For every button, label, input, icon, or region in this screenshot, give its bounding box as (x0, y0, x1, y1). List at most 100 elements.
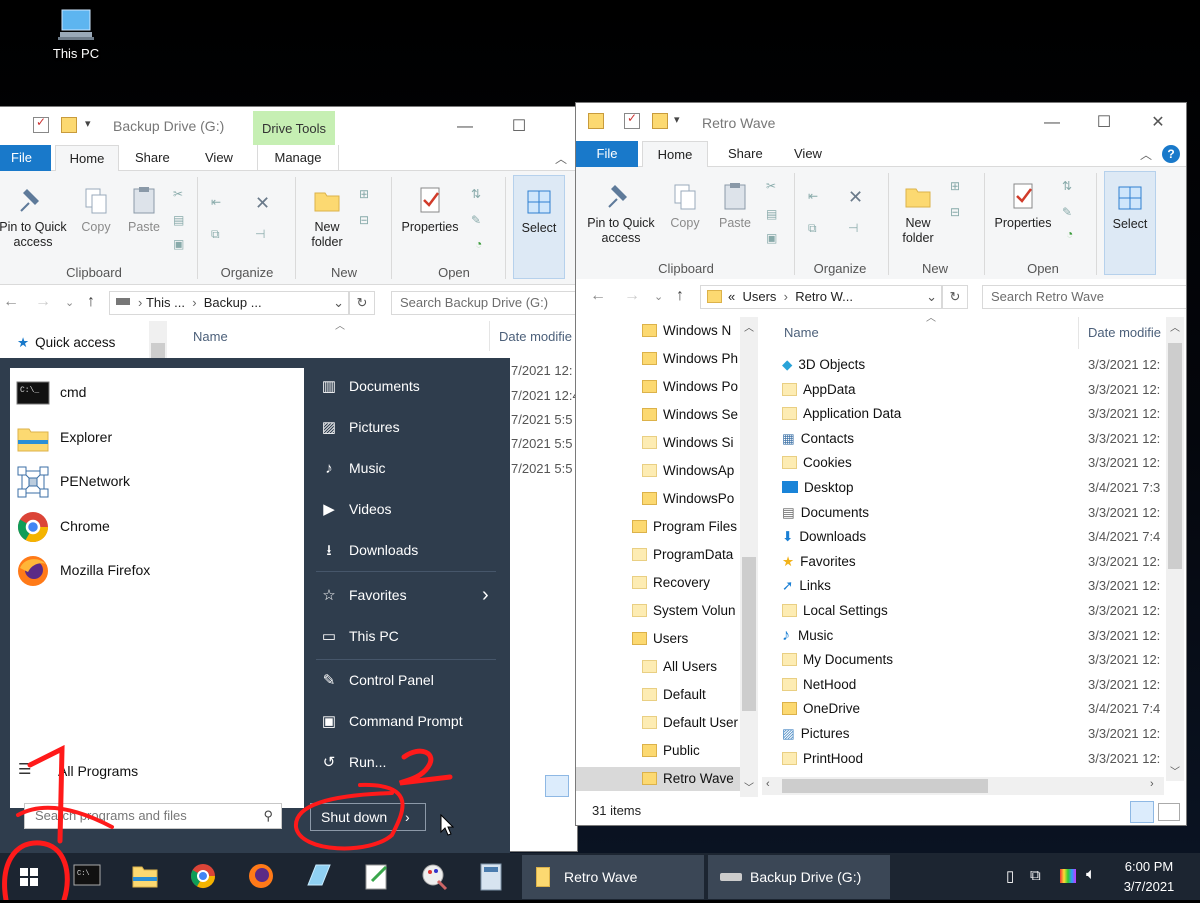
forward-button[interactable]: → (35, 293, 51, 311)
tree-item[interactable]: ProgramData (632, 543, 738, 567)
start-place-item[interactable]: ▥ Documents (318, 371, 498, 401)
paste-button[interactable]: Paste (714, 181, 756, 231)
start-place-item[interactable]: ▭ This PC (318, 621, 498, 651)
copy-to-icon[interactable]: ⧉ (211, 227, 227, 243)
new-folder-quick-icon[interactable] (652, 113, 668, 129)
nav-scrollbar[interactable]: ︿ ﹀ (740, 317, 758, 797)
taskbar-cmd[interactable]: C:\ (62, 853, 112, 900)
file-row[interactable]: ▤ Documents 3/3/2021 12: (782, 501, 1162, 525)
copy-button[interactable]: Copy (75, 185, 117, 235)
properties-quick-icon[interactable] (624, 111, 640, 129)
taskbar-explorer[interactable] (120, 853, 170, 900)
refresh-button[interactable]: ↻ (942, 285, 968, 309)
taskbar-notepad[interactable] (352, 853, 402, 900)
recent-locations-icon[interactable]: ⌄ (654, 290, 663, 303)
breadcrumb-users[interactable]: Users (742, 289, 776, 304)
up-button[interactable]: ↑ (87, 293, 95, 311)
taskbar-paint[interactable] (410, 853, 460, 900)
taskbar-window-backup-drive[interactable]: Backup Drive (G:) (708, 855, 890, 899)
explorer-window-retro-wave[interactable]: ▾ Retro Wave — ☐ ✕ File Home Share View … (575, 102, 1187, 826)
start-button[interactable] (4, 853, 54, 900)
nav-scrollbar[interactable] (149, 321, 167, 361)
tree-item[interactable]: Windows N (642, 319, 742, 343)
select-button[interactable]: Select (1104, 171, 1156, 275)
tree-item[interactable]: Windows Ph (642, 347, 742, 371)
file-row[interactable]: My Documents 3/3/2021 12: (782, 648, 1162, 672)
paste-shortcut-icon[interactable]: ▣ (173, 237, 189, 253)
delete-icon[interactable]: ✕ (255, 193, 271, 213)
tree-item[interactable]: Default User (642, 711, 742, 735)
title-bar[interactable]: ▾ Retro Wave — ☐ ✕ (576, 103, 1186, 141)
new-folder-quick-icon[interactable] (61, 117, 77, 133)
file-row[interactable]: ▦ Contacts 3/3/2021 12: (782, 427, 1162, 451)
new-item-icon[interactable]: ⊞ (359, 187, 375, 203)
file-row[interactable]: ▨ Pictures 3/3/2021 12: (782, 722, 1162, 746)
shut-down-button[interactable]: Shut down › (310, 803, 426, 831)
copy-to-icon[interactable]: ⧉ (808, 221, 824, 237)
file-row[interactable]: Application Data 3/3/2021 12: (782, 402, 1162, 426)
refresh-button[interactable]: ↻ (349, 291, 375, 315)
network-icon[interactable]: ⧉ (1030, 867, 1041, 884)
history-icon[interactable]: ◔ (475, 237, 491, 253)
tree-item[interactable]: Windows Po (642, 375, 742, 399)
tab-view[interactable]: View (193, 145, 245, 171)
file-row[interactable]: Cookies 3/3/2021 12: (782, 451, 1162, 475)
address-dropdown-icon[interactable]: ⌄ (926, 286, 937, 308)
search-input[interactable]: Search Backup Drive (G:) (391, 291, 577, 315)
start-program-item[interactable]: Explorer (16, 419, 296, 455)
properties-button[interactable]: Properties (397, 185, 463, 235)
minimize-button[interactable]: — (1032, 109, 1072, 137)
paste-button[interactable]: Paste (123, 185, 165, 235)
move-to-icon[interactable]: ⇤ (808, 189, 824, 205)
column-name[interactable]: Name (193, 329, 228, 344)
tab-share[interactable]: Share (123, 145, 182, 171)
tab-view[interactable]: View (782, 141, 834, 167)
volume-icon[interactable]: 🔈︎ (1086, 866, 1096, 884)
start-program-item[interactable]: C:\_ cmd (16, 374, 296, 410)
copy-button[interactable]: Copy (664, 181, 706, 231)
tree-item[interactable]: Windows Si (642, 431, 742, 455)
usb-icon[interactable]: ▯ (1006, 867, 1014, 885)
paste-shortcut-icon[interactable]: ▣ (766, 231, 782, 247)
edit-icon[interactable]: ✎ (1062, 205, 1078, 221)
tab-manage[interactable]: Manage (257, 145, 339, 171)
file-row[interactable]: Desktop 3/4/2021 7:3 (782, 476, 1162, 500)
file-row[interactable]: ♪ Music 3/3/2021 12: (782, 624, 1162, 648)
file-row[interactable]: Local Settings 3/3/2021 12: (782, 599, 1162, 623)
back-button[interactable]: ← (3, 293, 19, 311)
all-programs-button[interactable]: All Programs (58, 763, 138, 779)
start-program-item[interactable]: Mozilla Firefox (16, 552, 296, 588)
tree-item[interactable]: Program Files (632, 515, 738, 539)
new-item-icon[interactable]: ⊞ (950, 179, 966, 195)
clock[interactable]: 6:00 PM 3/7/2021 (1114, 857, 1184, 894)
collapse-ribbon-icon[interactable]: ︿ (555, 150, 567, 167)
breadcrumb-retro-wave[interactable]: Retro W... (795, 289, 853, 304)
tree-item[interactable]: Public (642, 739, 742, 763)
column-date-modified[interactable]: Date modifie (499, 329, 572, 344)
history-icon[interactable]: ◔ (1066, 227, 1082, 243)
collapse-ribbon-icon[interactable]: ︿ (1140, 146, 1152, 163)
tree-item[interactable]: All Users (642, 655, 742, 679)
maximize-button[interactable]: ☐ (499, 113, 539, 141)
edit-icon[interactable]: ✎ (471, 213, 487, 229)
file-row[interactable]: ⬇ Downloads 3/4/2021 7:4 (782, 525, 1162, 549)
help-icon[interactable]: ? (1162, 145, 1180, 163)
close-button[interactable]: ✕ (1138, 109, 1178, 137)
file-row[interactable]: AppData 3/3/2021 12: (782, 378, 1162, 402)
copy-path-icon[interactable]: ▤ (766, 207, 782, 223)
recent-locations-icon[interactable]: ⌄ (65, 296, 74, 309)
tree-item[interactable]: Windows Se (642, 403, 742, 427)
customize-quick-access-icon[interactable]: ▾ (85, 117, 91, 130)
search-input[interactable]: Search Retro Wave (982, 285, 1186, 309)
column-name[interactable]: Name (784, 325, 819, 340)
start-place-item[interactable]: ▶ Videos (318, 494, 498, 524)
display-icon[interactable] (1060, 869, 1076, 883)
tab-file[interactable]: File (576, 141, 638, 167)
file-row[interactable]: ★ Favorites 3/3/2021 12: (782, 550, 1162, 574)
address-dropdown-icon[interactable]: ⌄ (333, 292, 344, 314)
horizontal-scrollbar[interactable]: ‹ › (762, 777, 1164, 795)
easy-access-icon[interactable]: ⊟ (359, 213, 375, 229)
tree-item[interactable]: Recovery (632, 571, 738, 595)
up-button[interactable]: ↑ (676, 287, 684, 305)
rename-icon[interactable]: ⊣ (255, 227, 271, 243)
